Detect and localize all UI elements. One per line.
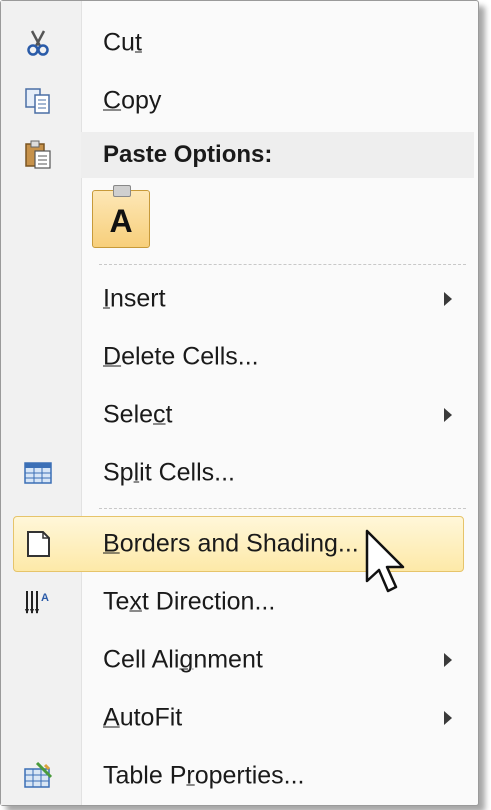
borders-page-icon [27,531,50,557]
copy-icon [25,88,50,114]
menu-item-label: Cell Alignment [103,645,263,674]
menu-item-label: AutoFit [103,703,183,732]
submenu-arrow-icon [444,711,452,725]
menu-item-label: Text Direction... [103,587,276,616]
menu-item-insert[interactable]: Insert [1,271,474,327]
split-table-icon [24,462,52,484]
menu-separator [99,508,466,509]
menu-item-autofit[interactable]: AutoFit [1,690,474,746]
context-menu: Cut Copy Paste Options: A Insert Delete … [0,0,479,806]
submenu-arrow-icon [444,292,452,306]
text-direction-icon: A [25,591,49,614]
mouse-cursor-icon [365,529,405,593]
menu-item-delete-cells[interactable]: Delete Cells... [1,329,474,385]
submenu-arrow-icon [444,653,452,667]
menu-item-copy[interactable]: Copy [1,73,474,129]
menu-item-table-properties[interactable]: Table Properties... [1,748,474,804]
menu-item-label: Split Cells... [103,458,236,487]
menu-item-cell-alignment[interactable]: Cell Alignment [1,632,474,688]
svg-text:A: A [41,592,49,604]
menu-separator [99,264,466,265]
menu-item-split-cells[interactable]: Split Cells... [1,445,474,501]
scissors-icon [27,30,49,56]
clipboard-clip-icon [113,185,131,197]
table-properties-icon [24,761,53,788]
paste-keep-text-only-button[interactable]: A [92,185,150,248]
menu-item-label: Borders and Shading... [103,529,359,558]
menu-item-label: Copy [103,86,162,115]
menu-item-label: Cut [103,28,142,57]
submenu-arrow-icon [444,408,452,422]
menu-item-label: Select [103,400,173,429]
paste-options-header: Paste Options: [81,132,474,178]
menu-item-label: Delete Cells... [103,342,259,371]
menu-item-cut[interactable]: Cut [1,15,474,71]
menu-item-label: Table Properties... [103,761,305,790]
paste-icon [25,140,51,169]
menu-item-select[interactable]: Select [1,387,474,443]
menu-item-label: Insert [103,284,166,313]
